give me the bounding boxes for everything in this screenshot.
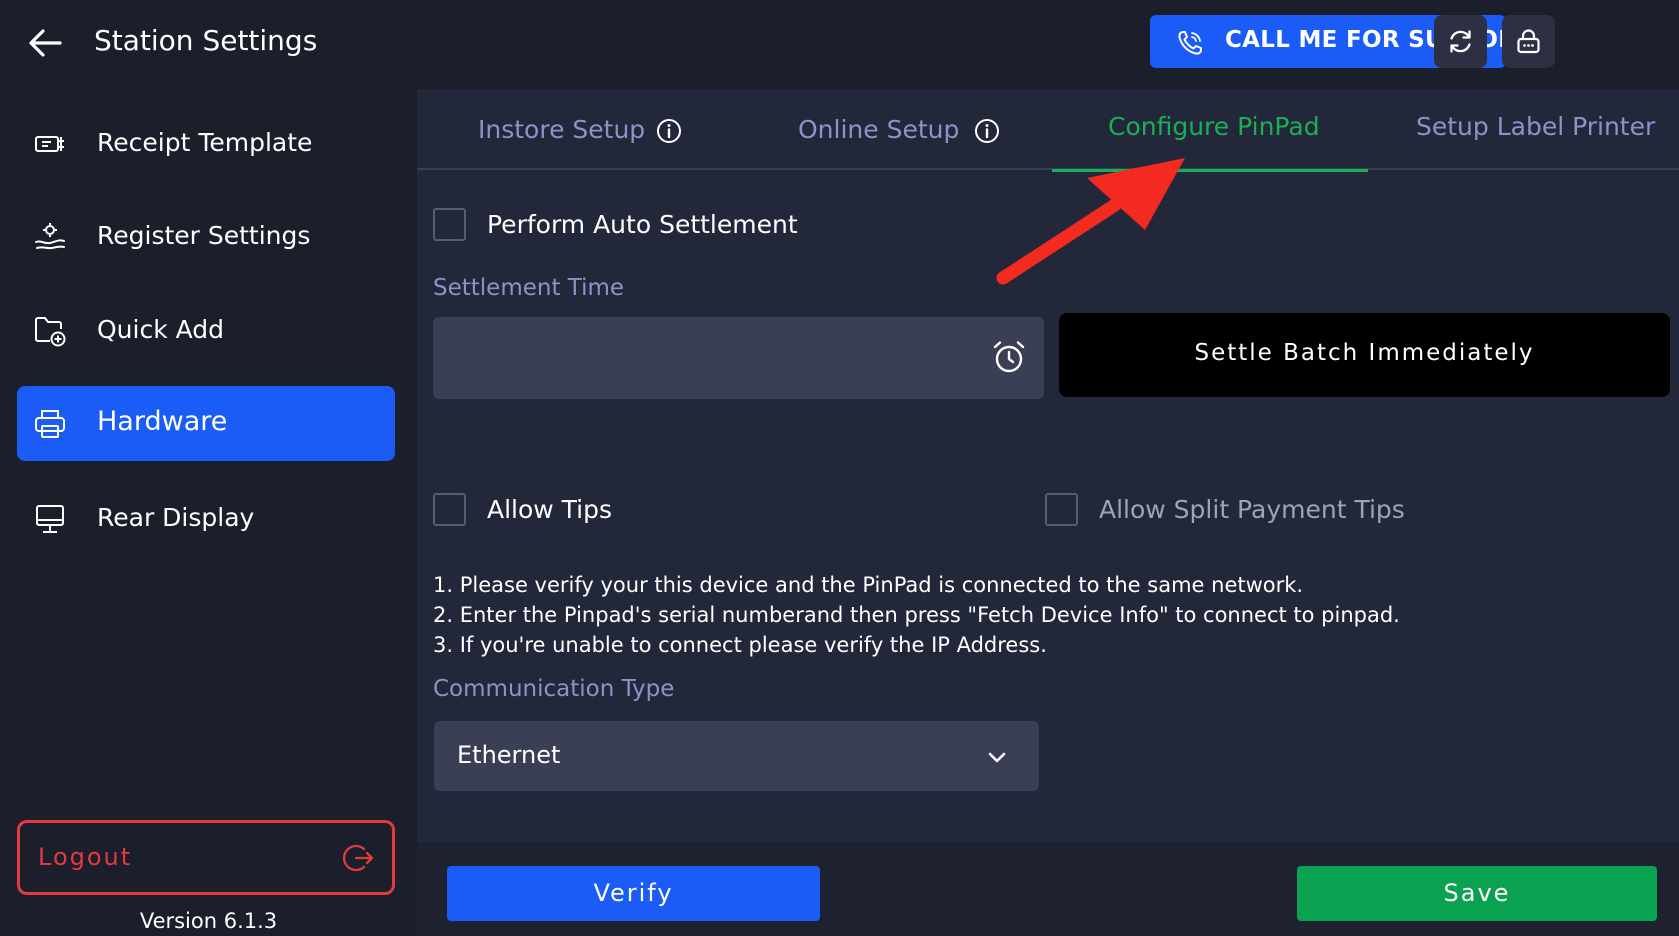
- info-icon[interactable]: [973, 117, 1001, 145]
- allow-split-tips-checkbox[interactable]: [1045, 493, 1078, 526]
- sidebar-item-label: Register Settings: [97, 221, 311, 250]
- receipt-icon: [35, 136, 64, 152]
- sidebar-item-label: Rear Display: [97, 503, 255, 532]
- sidebar-item-receipt-template[interactable]: Receipt Template: [17, 106, 395, 181]
- page-title: Station Settings: [94, 24, 318, 57]
- printer-icon: [35, 410, 65, 438]
- save-button[interactable]: Save: [1297, 866, 1657, 921]
- verify-button[interactable]: Verify: [447, 866, 820, 921]
- tab-bar: Instore Setup Online Setup Configure Pin…: [417, 89, 1679, 172]
- phone-icon: [1178, 31, 1202, 55]
- info-icon[interactable]: [655, 117, 683, 145]
- communication-type-value: Ethernet: [457, 741, 561, 769]
- refresh-button[interactable]: [1434, 15, 1487, 68]
- sidebar-item-quick-add[interactable]: Quick Add: [17, 293, 395, 368]
- logout-button[interactable]: Logout: [17, 820, 395, 895]
- sidebar: Receipt Template Register Settings Quick…: [0, 89, 417, 936]
- arrow-left-icon: [29, 29, 62, 57]
- lock-button[interactable]: [1502, 15, 1555, 68]
- sidebar-item-hardware[interactable]: Hardware: [17, 386, 395, 461]
- save-label: Save: [1443, 879, 1511, 907]
- alarm-clock-icon[interactable]: [991, 339, 1027, 375]
- settle-batch-button[interactable]: Settle Batch Immediately: [1059, 313, 1670, 397]
- auto-settlement-label: Perform Auto Settlement: [487, 210, 798, 239]
- top-bar: Station Settings CALL ME FOR SUPPORT: [0, 0, 1679, 89]
- folder-add-icon: [35, 317, 66, 347]
- settlement-time-input[interactable]: [433, 317, 1044, 399]
- instruction-line: 2. Enter the Pinpad's serial numberand t…: [433, 603, 1400, 627]
- logout-label: Logout: [38, 843, 133, 871]
- lock-icon: [1517, 29, 1540, 54]
- version-label: Version 6.1.3: [139, 909, 278, 933]
- sidebar-item-register-settings[interactable]: Register Settings: [17, 199, 395, 274]
- refresh-icon: [1450, 30, 1471, 53]
- tab-label: Configure PinPad: [1108, 112, 1320, 141]
- sidebar-item-label: Quick Add: [97, 315, 225, 344]
- allow-tips-checkbox[interactable]: [433, 493, 466, 526]
- back-button[interactable]: [26, 24, 64, 62]
- tab-label: Setup Label Printer: [1416, 112, 1656, 141]
- active-tab-indicator: [1052, 169, 1368, 172]
- logout-icon: [342, 844, 374, 872]
- chevron-down-icon: [988, 752, 1006, 763]
- settlement-time-label: Settlement Time: [433, 275, 625, 301]
- allow-tips-label: Allow Tips: [487, 495, 613, 524]
- tab-label: Instore Setup: [478, 115, 646, 144]
- instruction-line: 1. Please verify your this device and th…: [433, 573, 1304, 597]
- sidebar-item-rear-display[interactable]: Rear Display: [17, 481, 395, 556]
- communication-type-label: Communication Type: [433, 676, 675, 702]
- sidebar-item-label: Hardware: [97, 406, 228, 437]
- tab-label: Online Setup: [798, 115, 960, 144]
- tab-setup-label-printer[interactable]: Setup Label Printer: [1368, 89, 1679, 170]
- settle-batch-label: Settle Batch Immediately: [1194, 340, 1535, 366]
- sidebar-item-label: Receipt Template: [97, 128, 313, 157]
- connection-instructions: 1. Please verify your this device and th…: [433, 570, 1400, 660]
- auto-settlement-checkbox[interactable]: [433, 208, 466, 241]
- tab-online-setup[interactable]: Online Setup: [717, 89, 1007, 170]
- tab-instore-setup[interactable]: Instore Setup: [417, 89, 707, 170]
- register-icon: [35, 223, 65, 250]
- monitor-icon: [36, 505, 64, 533]
- allow-split-tips-label: Allow Split Payment Tips: [1099, 495, 1405, 524]
- communication-type-select[interactable]: Ethernet: [434, 721, 1039, 791]
- instruction-line: 3. If you're unable to connect please ve…: [433, 633, 1047, 657]
- verify-label: Verify: [593, 879, 674, 907]
- tab-configure-pinpad[interactable]: Configure PinPad: [1052, 89, 1368, 172]
